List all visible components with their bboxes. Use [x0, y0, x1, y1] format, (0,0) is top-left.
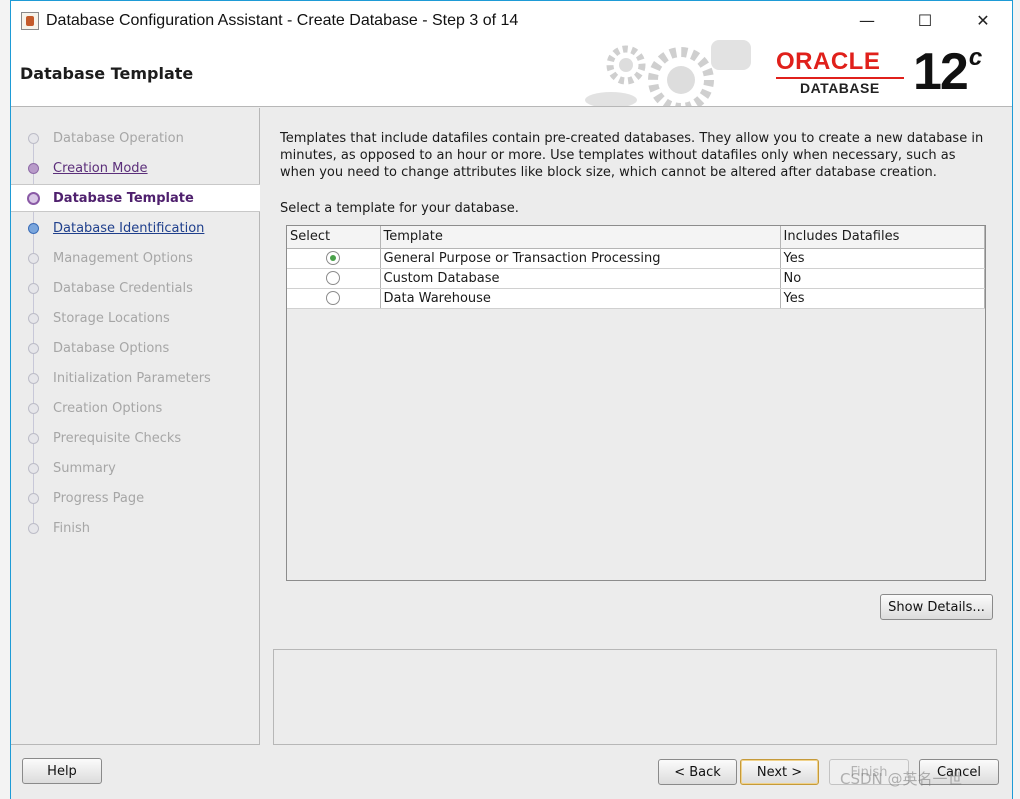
template-name: General Purpose or Transaction Processin… [380, 248, 781, 269]
step-dot-icon [28, 522, 39, 534]
maximize-button[interactable]: ☐ [896, 1, 954, 40]
close-button[interactable]: ✕ [954, 1, 1012, 40]
table-row[interactable]: Custom Database No [287, 268, 985, 289]
template-description: Templates that include datafiles contain… [280, 131, 984, 180]
step-dot-icon [28, 402, 39, 414]
oracle-brand-sub: DATABASE [800, 80, 880, 96]
step-dot-icon [28, 432, 39, 444]
nav-item-finish: Finish [11, 514, 260, 542]
page-header: Database Template ORACLE DATABASE 12c [11, 40, 1012, 107]
column-header-select[interactable]: Select [287, 226, 381, 249]
page-title: Database Template [20, 64, 194, 83]
oracle-brand: ORACLE [776, 48, 881, 75]
main-content: Templates that include datafiles contain… [261, 108, 1012, 745]
column-header-template[interactable]: Template [380, 226, 781, 249]
step-dot-icon [28, 462, 39, 474]
step-dot-icon [28, 162, 39, 174]
nav-item-management-options: Management Options [11, 244, 260, 272]
nav-item-prerequisite-checks: Prerequisite Checks [11, 424, 260, 452]
nav-item-storage-locations: Storage Locations [11, 304, 260, 332]
nav-item-progress-page: Progress Page [11, 484, 260, 512]
step-dot-icon [27, 191, 40, 205]
java-app-icon [21, 11, 39, 30]
template-datafiles: No [780, 268, 985, 289]
message-area [273, 649, 997, 745]
desktop-background-left [0, 0, 10, 799]
step-navigation: Database Operation Creation Mode Databas… [11, 108, 260, 745]
help-button[interactable]: Help [22, 758, 102, 784]
template-name: Data Warehouse [380, 288, 781, 309]
nav-item-database-operation: Database Operation [11, 124, 260, 152]
nav-item-database-options: Database Options [11, 334, 260, 362]
version-badge: 12c [913, 43, 982, 101]
nav-item-creation-mode[interactable]: Creation Mode [11, 154, 260, 182]
nav-item-database-identification[interactable]: Database Identification [11, 214, 260, 242]
step-dot-icon [28, 492, 39, 504]
template-radio-general-purpose[interactable] [326, 251, 341, 265]
minimize-button[interactable]: — [838, 1, 896, 40]
next-button[interactable]: Next > [740, 759, 819, 785]
template-table: Select Template Includes Datafiles Gener… [286, 225, 986, 581]
title-bar: Database Configuration Assistant - Creat… [11, 1, 1012, 40]
back-button[interactable]: < Back [658, 759, 737, 785]
step-dot-icon [28, 222, 39, 234]
template-radio-custom-database[interactable] [326, 271, 341, 285]
step-dot-icon [28, 282, 39, 294]
nav-item-database-credentials: Database Credentials [11, 274, 260, 302]
template-datafiles: Yes [780, 248, 985, 269]
template-radio-data-warehouse[interactable] [326, 291, 341, 305]
window-title: Database Configuration Assistant - Creat… [46, 11, 519, 29]
step-dot-icon [28, 342, 39, 354]
nav-item-creation-options: Creation Options [11, 394, 260, 422]
step-dot-icon [28, 132, 39, 144]
oracle-logo: ORACLE DATABASE [776, 48, 908, 100]
gears-decoration-icon [585, 40, 751, 106]
step-dot-icon [28, 312, 39, 324]
nav-item-database-template[interactable]: Database Template [11, 184, 260, 212]
show-details-button[interactable]: Show Details... [880, 594, 993, 620]
table-row[interactable]: General Purpose or Transaction Processin… [287, 248, 985, 269]
dbca-window: Database Configuration Assistant - Creat… [10, 0, 1013, 799]
template-datafiles: Yes [780, 288, 985, 309]
template-name: Custom Database [380, 268, 781, 289]
nav-item-initialization-parameters: Initialization Parameters [11, 364, 260, 392]
csdn-watermark: CSDN @英名一世 [840, 770, 963, 788]
select-template-prompt: Select a template for your database. [280, 201, 519, 216]
table-row[interactable]: Data Warehouse Yes [287, 288, 985, 309]
column-header-includes-datafiles[interactable]: Includes Datafiles [780, 226, 985, 249]
step-dot-icon [28, 252, 39, 264]
step-dot-icon [28, 372, 39, 384]
table-header-row: Select Template Includes Datafiles [287, 226, 985, 249]
nav-item-summary: Summary [11, 454, 260, 482]
